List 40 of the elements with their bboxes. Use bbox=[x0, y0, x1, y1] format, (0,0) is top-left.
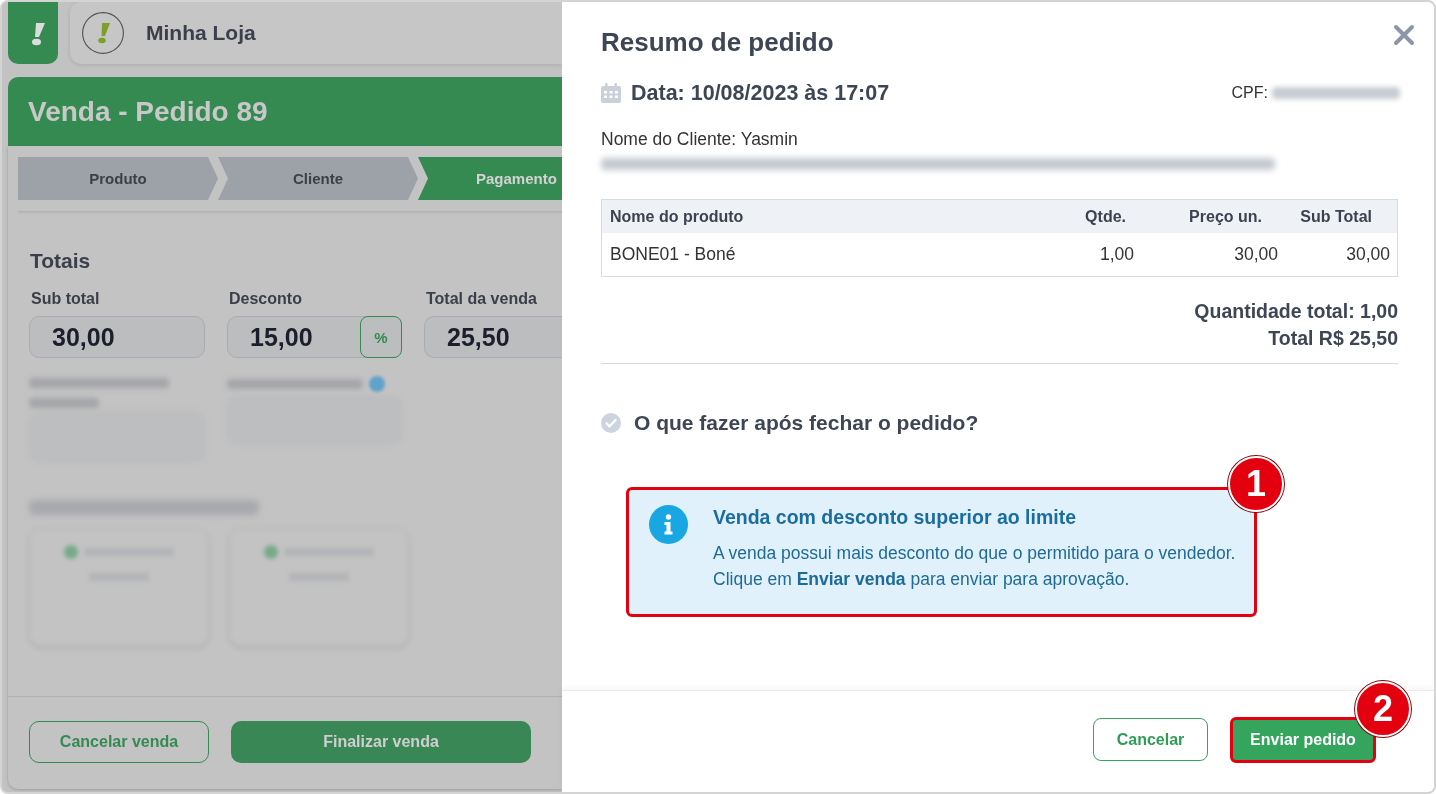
column-header: Nome do produto bbox=[602, 200, 1022, 233]
amount-field[interactable]: 15,00 % bbox=[227, 316, 402, 358]
cancel-button[interactable]: Cancelar venda bbox=[29, 721, 209, 763]
table-cell-text: 1,00 bbox=[1098, 243, 1135, 266]
alert-message: A venda possui mais desconto do que o permitido para o vendedor. Clique em Enviar venda para enviar para aprovação. bbox=[713, 542, 1237, 591]
annotation-marker: 2 bbox=[1355, 681, 1411, 737]
step-tab[interactable]: Produto bbox=[18, 157, 218, 200]
column-header: Qtde. bbox=[1022, 200, 1142, 233]
annotation-marker: 1 bbox=[1228, 456, 1284, 512]
field-label: Sub total bbox=[30, 290, 101, 308]
finish-button[interactable]: Finalizar venda bbox=[231, 721, 531, 763]
column-header: Sub Total bbox=[1286, 200, 1397, 233]
drawer-title: Resumo de pedido bbox=[601, 28, 834, 56]
table-cell-text: BONE01 - Boné bbox=[609, 243, 737, 266]
table-cell-text: 30,00 bbox=[1345, 243, 1391, 266]
amount-field[interactable]: 30,00 bbox=[29, 316, 205, 358]
section-heading: O que fazer após fechar o pedido? bbox=[634, 411, 979, 435]
customer-name: Nome do Cliente: Yasmin bbox=[601, 129, 799, 149]
store-name: Minha Loja bbox=[146, 21, 256, 45]
cpf-label: CPF: bbox=[1231, 84, 1268, 102]
check-circle-icon bbox=[601, 413, 621, 433]
order-total: Total R$ 25,50 bbox=[1268, 326, 1398, 351]
close-icon[interactable] bbox=[1393, 24, 1415, 46]
field-label: Total da venda bbox=[425, 290, 538, 308]
table-cell-text: 30,00 bbox=[1233, 243, 1279, 266]
column-header: Preço un. bbox=[1142, 200, 1286, 233]
section-heading: Totais bbox=[30, 249, 92, 273]
exclamation-circle-icon bbox=[82, 12, 124, 54]
quantity-total: Quantidade total: 1,00 bbox=[1194, 299, 1398, 324]
step-tab[interactable]: Pagamento bbox=[418, 157, 562, 200]
order-date: Data: 10/08/2023 às 17:07 bbox=[631, 80, 890, 106]
step-tab[interactable]: Cliente bbox=[218, 157, 418, 200]
calendar-icon bbox=[601, 83, 621, 103]
amount-field[interactable]: 25,50 bbox=[424, 316, 562, 358]
percent-toggle-button[interactable]: % bbox=[360, 316, 402, 358]
page-title: Venda - Pedido 89 bbox=[28, 95, 268, 128]
field-label: Desconto bbox=[228, 290, 303, 308]
info-icon bbox=[649, 505, 688, 544]
cancel-button[interactable]: Cancelar bbox=[1093, 718, 1208, 761]
alert-title: Venda com desconto superior ao limite bbox=[713, 505, 1077, 529]
